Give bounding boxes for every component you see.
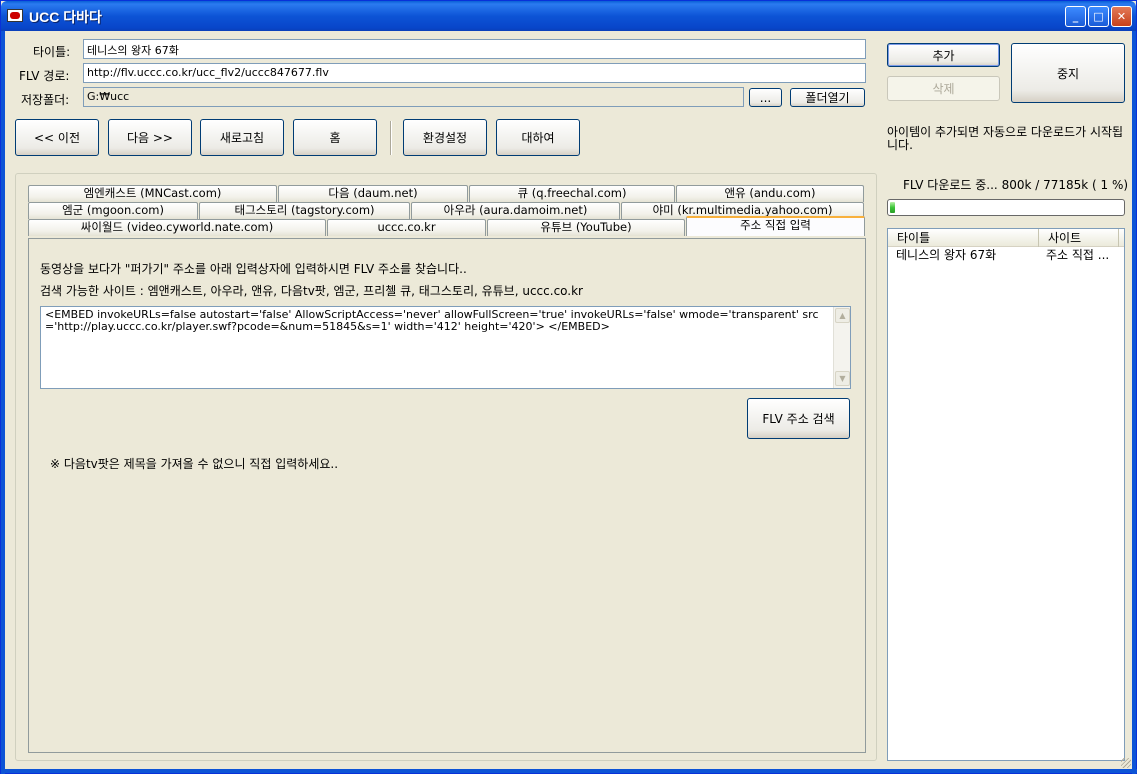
tab-uccc[interactable]: uccc.co.kr [327, 219, 486, 236]
about-button[interactable]: 대하여 [496, 119, 580, 156]
tab-mgoon[interactable]: 엠군 (mgoon.com) [28, 202, 198, 219]
column-header-title[interactable]: 타이틀 [888, 229, 1039, 247]
minimize-button[interactable]: _ [1065, 6, 1086, 27]
app-window: UCC 다바다 _ □ ✕ 타이틀: 테니스의 왕자 67화 FLV 경로: h… [0, 0, 1137, 774]
title-label: 타이틀: [33, 45, 71, 59]
window-frame-bottom [1, 769, 1137, 773]
add-button[interactable]: 추가 [887, 43, 1000, 67]
delete-button[interactable]: 삭제 [887, 76, 1000, 101]
resize-grip-icon[interactable] [1121, 758, 1131, 768]
list-item-site: 주소 직접 ... [1046, 248, 1110, 262]
download-status: FLV 다운로드 중... 800k / 77185k ( 1 %) [903, 178, 1129, 192]
daum-footnote: ※ 다음tv팟은 제목을 가져올 수 없으니 직접 입력하세요.. [50, 457, 339, 471]
save-folder-input: G:₩ucc [83, 87, 744, 107]
prev-button[interactable]: << 이전 [15, 119, 99, 156]
next-button[interactable]: 다음 >> [108, 119, 192, 156]
window-frame-right [1132, 31, 1136, 774]
maximize-button[interactable]: □ [1088, 6, 1109, 27]
stop-button[interactable]: 중지 [1011, 43, 1125, 103]
list-item-title: 테니스의 왕자 67화 [896, 248, 997, 262]
auto-download-notice: 아이템이 추가되면 자동으로 다운로드가 시작됩니다. [887, 125, 1124, 152]
list-header: 타이틀 사이트 [888, 229, 1124, 247]
tab-daum[interactable]: 다음 (daum.net) [278, 185, 468, 202]
app-icon [7, 9, 23, 22]
tab-youtube[interactable]: 유튜브 (YouTube) [487, 219, 685, 236]
embed-code-textarea[interactable]: <EMBED invokeURLs=false autostart='false… [40, 306, 851, 389]
tab-andu[interactable]: 앤유 (andu.com) [676, 185, 864, 202]
scroll-down-icon[interactable]: ▼ [835, 371, 850, 386]
tab-freechal[interactable]: 큐 (q.freechal.com) [469, 185, 675, 202]
settings-button[interactable]: 환경설정 [403, 119, 487, 156]
scroll-up-icon[interactable]: ▲ [835, 308, 850, 323]
title-bar[interactable]: UCC 다바다 _ □ ✕ [1, 1, 1136, 31]
tab-mncast[interactable]: 엠엔캐스트 (MNCast.com) [28, 185, 277, 202]
instruction-text: 동영상을 보다가 "퍼가기" 주소를 아래 입력상자에 입력하시면 FLV 주소… [40, 262, 467, 276]
flv-search-button[interactable]: FLV 주소 검색 [747, 398, 850, 439]
title-input[interactable]: 테니스의 왕자 67화 [83, 39, 866, 59]
close-button[interactable]: ✕ [1111, 6, 1132, 27]
download-list[interactable]: 타이틀 사이트 테니스의 왕자 67화 주소 직접 ... [887, 228, 1125, 761]
list-item[interactable]: 테니스의 왕자 67화 주소 직접 ... [888, 248, 1124, 264]
open-folder-button[interactable]: 폴더열기 [790, 88, 865, 107]
embed-code-text: <EMBED invokeURLs=false autostart='false… [45, 308, 819, 333]
browse-button[interactable]: ... [749, 88, 782, 107]
flv-path-input[interactable]: http://flv.uccc.co.kr/ucc_flv2/uccc84767… [83, 63, 866, 83]
tab-tagstory[interactable]: 태그스토리 (tagstory.com) [199, 202, 410, 219]
window-title: UCC 다바다 [29, 9, 102, 25]
download-progress-bar [887, 199, 1125, 216]
tab-direct-input[interactable]: 주소 직접 입력 [686, 216, 865, 236]
tab-cyworld[interactable]: 싸이월드 (video.cyworld.nate.com) [28, 219, 326, 236]
column-header-site[interactable]: 사이트 [1039, 229, 1119, 247]
toolbar-separator [390, 121, 392, 155]
home-button[interactable]: 홈 [293, 119, 377, 156]
refresh-button[interactable]: 새로고침 [200, 119, 284, 156]
window-frame-left [1, 31, 5, 774]
tab-aura[interactable]: 아우라 (aura.damoim.net) [411, 202, 620, 219]
flv-path-label: FLV 경로: [19, 69, 70, 83]
save-folder-label: 저장폴더: [21, 93, 70, 107]
embed-scrollbar[interactable]: ▲ ▼ [833, 307, 850, 388]
download-progress-fill [890, 202, 895, 213]
supported-sites-text: 검색 가능한 사이트 : 엠앤캐스트, 아우라, 앤유, 다음tv팟, 엠군, … [40, 284, 583, 298]
